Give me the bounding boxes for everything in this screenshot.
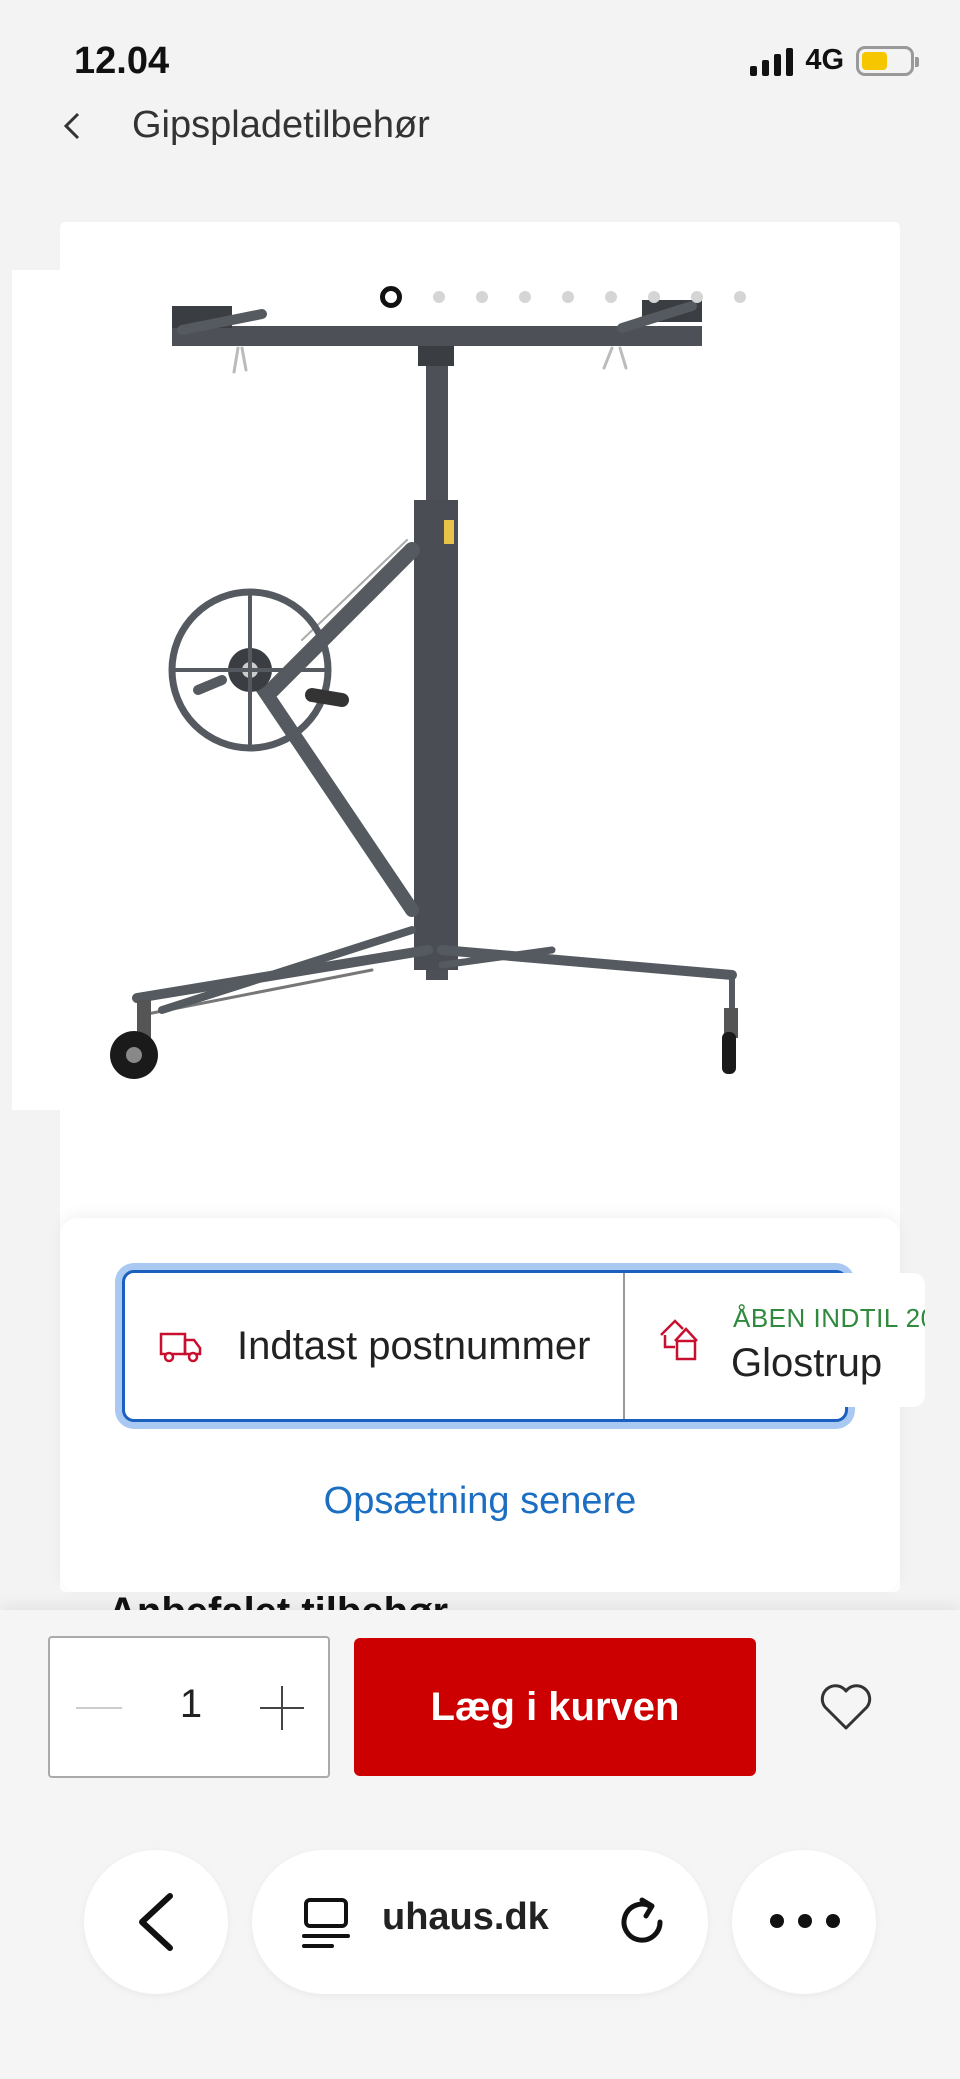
delivery-selector: Indtast postnummer ÅBEN INDTIL 20 Glostr… bbox=[122, 1270, 925, 1422]
carousel-dots[interactable] bbox=[380, 286, 746, 308]
reader-mode-icon[interactable] bbox=[300, 1894, 352, 1950]
delivery-sheet: Indtast postnummer ÅBEN INDTIL 20 Glostr… bbox=[60, 1218, 925, 1592]
store-open-status: ÅBEN INDTIL 20 bbox=[733, 1303, 925, 1333]
address-bar[interactable]: uhaus.dk bbox=[252, 1850, 708, 1994]
browser-more-button[interactable] bbox=[732, 1850, 876, 1994]
carousel-dot-active[interactable] bbox=[380, 286, 402, 308]
postcode-label: Indtast postnummer bbox=[237, 1323, 591, 1368]
postcode-button[interactable]: Indtast postnummer bbox=[125, 1273, 625, 1419]
battery-icon bbox=[856, 45, 919, 76]
url-text: uhaus.dk bbox=[382, 1896, 549, 1938]
plus-icon[interactable] bbox=[258, 1684, 306, 1732]
carousel-dot[interactable] bbox=[648, 291, 660, 303]
store-name: Glostrup bbox=[731, 1341, 883, 1385]
carousel-dot[interactable] bbox=[605, 291, 617, 303]
store-icon bbox=[660, 1319, 698, 1361]
reload-icon[interactable] bbox=[616, 1896, 668, 1948]
more-icon bbox=[770, 1914, 840, 1928]
browser-toolbar: uhaus.dk bbox=[0, 1810, 960, 2079]
network-label: 4G bbox=[805, 44, 844, 76]
add-to-cart-button[interactable]: Læg i kurven bbox=[354, 1638, 756, 1776]
store-button[interactable]: ÅBEN INDTIL 20 Glostrup bbox=[625, 1273, 925, 1407]
nav-header: Gipspladetilbehør bbox=[0, 96, 960, 156]
product-image[interactable] bbox=[12, 270, 762, 1110]
status-time: 12.04 bbox=[74, 40, 170, 82]
carousel-dot[interactable] bbox=[691, 291, 703, 303]
cart-action-bar: 1 Læg i kurven bbox=[0, 1610, 960, 1810]
setup-later-link[interactable]: Opsætning senere bbox=[60, 1480, 900, 1523]
chevron-left-icon bbox=[139, 1893, 173, 1951]
carousel-dot[interactable] bbox=[562, 291, 574, 303]
heart-icon[interactable] bbox=[818, 1682, 874, 1732]
quantity-stepper: 1 bbox=[48, 1636, 330, 1778]
status-indicators: 4G bbox=[750, 44, 919, 77]
signal-icon bbox=[750, 46, 794, 76]
browser-back-button[interactable] bbox=[84, 1850, 228, 1994]
carousel-dot[interactable] bbox=[734, 291, 746, 303]
chevron-left-icon[interactable] bbox=[56, 108, 92, 144]
carousel-dot[interactable] bbox=[476, 291, 488, 303]
page-title: Gipspladetilbehør bbox=[132, 104, 430, 146]
drywall-lift-illustration bbox=[110, 300, 738, 1079]
carousel-dot[interactable] bbox=[433, 291, 445, 303]
carousel-dot[interactable] bbox=[519, 291, 531, 303]
truck-icon bbox=[159, 1332, 202, 1363]
